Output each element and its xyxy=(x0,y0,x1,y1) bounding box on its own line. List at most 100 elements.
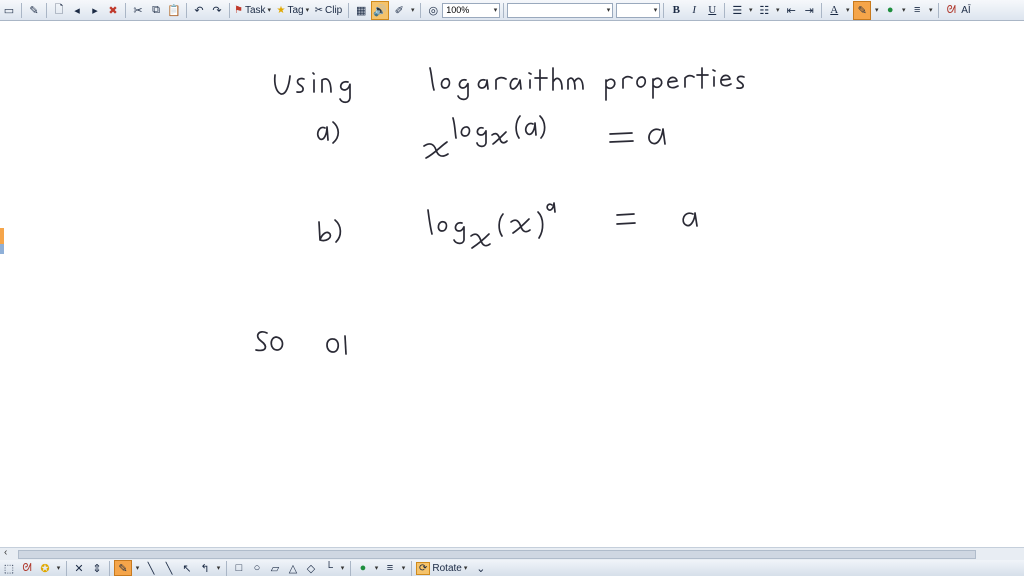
ink-stroke xyxy=(605,78,616,101)
parallelogram-icon[interactable]: ▱ xyxy=(267,561,283,575)
paste-icon[interactable]: 📋 xyxy=(166,2,182,19)
chevron-down-icon[interactable]: ▾ xyxy=(873,2,880,19)
ink-stroke xyxy=(682,212,698,227)
chevron-down-icon[interactable]: ▾ xyxy=(927,2,934,19)
chevron-down-icon[interactable]: ▾ xyxy=(494,6,498,14)
chevron-down-icon[interactable]: ▾ xyxy=(607,6,611,14)
ink-stroke xyxy=(452,117,457,139)
eraser-x-icon[interactable]: ✕ xyxy=(71,561,87,575)
font-color-button[interactable]: A xyxy=(826,2,842,19)
chevron-down-icon[interactable]: ▾ xyxy=(339,561,346,575)
tag-button[interactable]: ★ Tag ▾ xyxy=(277,2,313,19)
chevron-down-icon[interactable]: ▾ xyxy=(215,561,222,575)
task-label: Task xyxy=(244,4,266,16)
rotate-button[interactable]: ⟳ Rotate ▾ xyxy=(416,561,471,575)
delete-page-icon[interactable]: ✖ xyxy=(105,2,121,19)
copy-icon[interactable]: ⧉ xyxy=(148,2,164,19)
top-toolbar: ▭ ✎ 🗋 ◂ ▸ ✖ ✂ ⧉ 📋 ↶ ↷ ⚑ Task ▾ ★ Tag ▾ ✂… xyxy=(0,0,1024,21)
chevron-down-icon[interactable]: ▾ xyxy=(134,561,141,575)
ink-stroke xyxy=(334,219,342,243)
ink-stroke xyxy=(437,220,448,232)
undo-icon[interactable]: ↶ xyxy=(191,2,207,19)
ink-stroke xyxy=(460,126,471,137)
tag-label: Tag xyxy=(287,4,304,16)
chevron-down-icon[interactable]: ▾ xyxy=(844,2,851,19)
chevron-down-icon[interactable]: ▾ xyxy=(747,2,754,19)
ink-stroke xyxy=(255,331,268,352)
indent-icon[interactable]: ⇥ xyxy=(801,2,817,19)
toolbar-divider xyxy=(503,2,505,18)
clip-label: Clip xyxy=(325,4,343,16)
pen-icon[interactable]: ✎ xyxy=(26,2,42,19)
chevron-down-icon[interactable]: ▾ xyxy=(409,2,416,19)
chevron-down-icon[interactable]: ▾ xyxy=(268,6,275,14)
eraser-icon[interactable]: ✐ xyxy=(391,2,407,19)
axis-icon[interactable]: └ xyxy=(321,561,337,575)
chevron-down-icon[interactable]: ▾ xyxy=(55,561,62,575)
note-canvas[interactable] xyxy=(4,21,1024,547)
font-family-select[interactable]: ▾ xyxy=(507,2,614,18)
ink-stroke xyxy=(524,122,537,136)
ink-stroke xyxy=(427,209,433,235)
forward-icon[interactable]: ▸ xyxy=(87,2,103,19)
bullet-list-icon[interactable]: ☰ xyxy=(729,2,745,19)
overflow-icon[interactable]: ⌄ xyxy=(473,561,489,575)
highlighter-icon[interactable]: ✎ xyxy=(853,0,872,20)
globe-icon[interactable]: ◎ xyxy=(425,2,441,19)
back-icon[interactable]: ◂ xyxy=(69,2,85,19)
underline-button[interactable]: U xyxy=(704,2,720,19)
diamond-icon[interactable]: ◇ xyxy=(303,561,319,575)
horizontal-scrollbar[interactable]: ‹ xyxy=(0,547,1024,560)
pen-color-icon[interactable]: ● xyxy=(882,2,898,19)
pen-tool-icon[interactable]: ✎ xyxy=(114,560,132,576)
chevron-down-icon[interactable]: ▾ xyxy=(654,6,658,14)
chevron-down-icon[interactable]: ▾ xyxy=(400,561,407,575)
select-icon[interactable]: ⬚ xyxy=(1,561,17,575)
chevron-down-icon[interactable]: ▾ xyxy=(373,561,380,575)
page-icon[interactable]: ▭ xyxy=(1,2,17,19)
italic-button[interactable]: I xyxy=(686,2,702,19)
lasso-icon[interactable]: ᘛ xyxy=(19,561,35,575)
line-tool-icon[interactable]: ╲ xyxy=(143,561,159,575)
ink-stroke xyxy=(736,75,745,90)
task-button[interactable]: ⚑ Task ▾ xyxy=(234,2,275,19)
line-tool-icon[interactable]: ╲ xyxy=(161,561,177,575)
bold-button[interactable]: B xyxy=(668,2,684,19)
insert-space-icon[interactable]: ⇕ xyxy=(89,561,105,575)
zoom-select[interactable]: 100% ▾ xyxy=(442,2,501,18)
color-picker-icon[interactable]: ● xyxy=(355,561,371,575)
audio-icon[interactable]: 🔊 xyxy=(371,0,390,20)
line-width-icon[interactable]: ≡ xyxy=(909,2,925,19)
new-page-icon[interactable]: 🗋 xyxy=(51,2,67,19)
clip-button[interactable]: ✂ Clip xyxy=(315,2,345,19)
triangle-icon[interactable]: △ xyxy=(285,561,301,575)
ink-stroke xyxy=(498,213,504,237)
scroll-left-icon[interactable]: ‹ xyxy=(4,547,7,558)
toolbar-divider xyxy=(125,2,126,18)
text-size-button[interactable]: AĪ xyxy=(961,2,970,19)
chevron-down-icon[interactable]: ▾ xyxy=(900,2,907,19)
numbered-list-icon[interactable]: ☷ xyxy=(756,2,772,19)
redo-icon[interactable]: ↷ xyxy=(209,2,225,19)
outdent-icon[interactable]: ⇤ xyxy=(783,2,799,19)
connector-icon[interactable]: ↰ xyxy=(197,561,213,575)
line-width-icon[interactable]: ≡ xyxy=(382,561,398,575)
ink-stroke xyxy=(616,213,635,216)
rectangle-icon[interactable]: □ xyxy=(231,561,247,575)
lasso-icon[interactable]: ᘛ xyxy=(943,2,959,19)
ellipse-icon[interactable]: ○ xyxy=(249,561,265,575)
font-size-select[interactable]: ▾ xyxy=(616,2,661,18)
table-icon[interactable]: ▦ xyxy=(353,2,369,19)
ink-stroke xyxy=(321,78,332,93)
chevron-down-icon[interactable]: ▾ xyxy=(464,564,471,572)
scrollbar-thumb[interactable] xyxy=(18,550,976,559)
cut-icon[interactable]: ✂ xyxy=(130,2,146,19)
toolbar-divider xyxy=(724,2,726,18)
chevron-down-icon[interactable]: ▾ xyxy=(306,6,313,14)
stamp-icon[interactable]: ✪ xyxy=(37,561,53,575)
chevron-down-icon[interactable]: ▾ xyxy=(774,2,781,19)
ink-stroke xyxy=(457,78,469,101)
rotate-icon: ⟳ xyxy=(416,561,431,575)
arrow-line-icon[interactable]: ↖ xyxy=(179,561,195,575)
toolbar-divider xyxy=(350,560,351,576)
